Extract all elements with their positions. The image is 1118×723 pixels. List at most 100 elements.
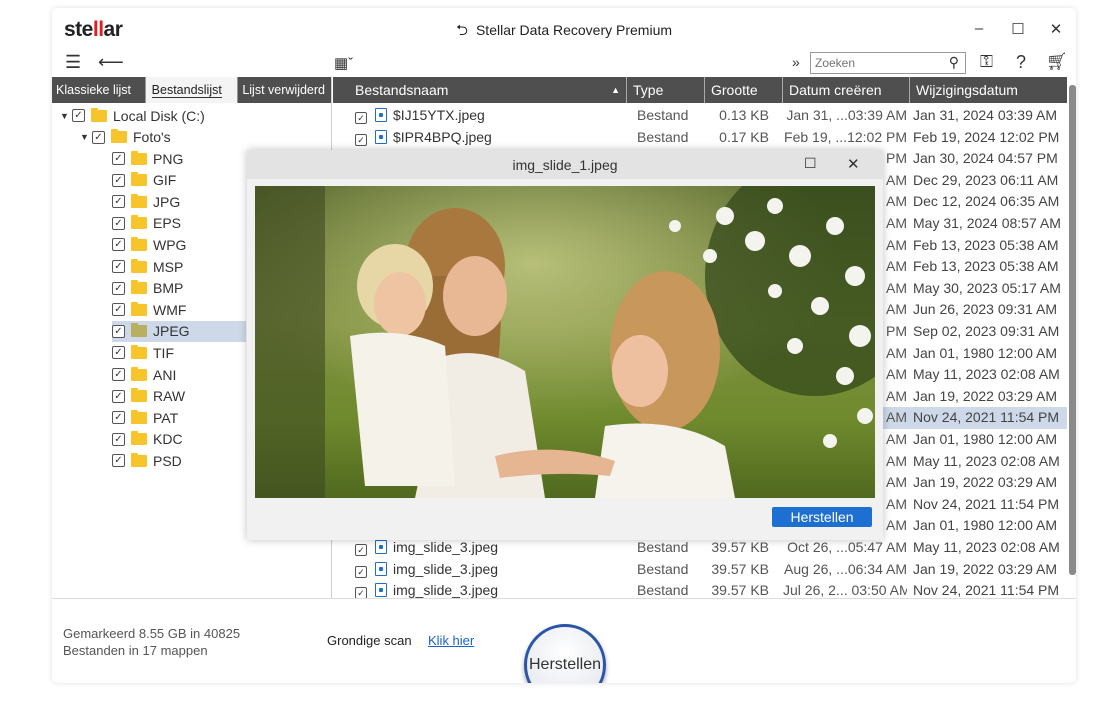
checkbox[interactable]: ✓ bbox=[112, 195, 125, 209]
tree-node-jpeg[interactable]: ✓ JPEG bbox=[112, 320, 246, 342]
modified-date: Jan 01, 1980 12:00 AM bbox=[913, 344, 1057, 361]
checkbox[interactable]: ✓ bbox=[112, 389, 125, 403]
folder-icon bbox=[111, 129, 127, 143]
tab-file-list[interactable]: Bestandslijst bbox=[145, 77, 239, 103]
tree-node-label: EPS bbox=[153, 215, 182, 232]
tree-node-label: KDC bbox=[153, 431, 183, 448]
checkbox[interactable]: ✓ bbox=[112, 432, 125, 446]
column-header-created[interactable]: Datum creëren bbox=[783, 77, 910, 103]
vertical-scrollbar[interactable] bbox=[1069, 85, 1076, 575]
checkbox[interactable]: ✓ bbox=[112, 411, 125, 425]
image-file-icon bbox=[375, 108, 387, 122]
tree-node-wpg[interactable]: ✓ WPG bbox=[112, 234, 246, 255]
deep-scan-link[interactable]: Klik hier bbox=[428, 633, 474, 648]
column-header-size[interactable]: Grootte bbox=[705, 77, 783, 103]
checkbox[interactable]: ✓ bbox=[112, 324, 125, 338]
file-size: 0.13 KB bbox=[719, 107, 769, 123]
tree-node-kdc[interactable]: ✓ KDC bbox=[112, 429, 246, 450]
checkbox[interactable]: ✓ bbox=[112, 368, 125, 381]
file-type: Bestand bbox=[637, 128, 689, 145]
help-icon[interactable]: ? bbox=[1016, 52, 1026, 73]
close-button[interactable]: ✕ bbox=[1046, 20, 1066, 38]
grid-view-icon[interactable]: ▦ˇ bbox=[334, 54, 353, 72]
checkbox[interactable]: ✓ bbox=[112, 238, 125, 252]
checkbox[interactable]: ✓ bbox=[72, 109, 85, 122]
cart-icon[interactable]: 🛒︎ bbox=[1046, 52, 1068, 72]
tree-node-bmp[interactable]: ✓ BMP bbox=[112, 278, 246, 299]
row-checkbox[interactable]: ✓ bbox=[355, 544, 367, 556]
image-file-icon bbox=[375, 583, 387, 598]
column-header-modified[interactable]: Wijzigingsdatum bbox=[910, 77, 1067, 103]
preview-dialog-body: Herstellen bbox=[247, 179, 883, 540]
tree-node-jpg[interactable]: ✓ JPG bbox=[112, 191, 246, 212]
table-row[interactable]: ✓ img_slide_3.jpeg Bestand 39.57 KB Aug 26, … bbox=[333, 559, 1067, 581]
tree-node-png[interactable]: ✓ PNG bbox=[112, 148, 246, 169]
tree-node-photos[interactable]: ▼ ✓ Foto's bbox=[80, 127, 330, 148]
tree-node-tif[interactable]: ✓ TIF bbox=[112, 342, 246, 363]
tree-node-pat[interactable]: ✓ PAT bbox=[112, 407, 246, 428]
expand-double-chevron-icon[interactable]: » bbox=[792, 54, 800, 70]
title-bar: stellar ⮌ Stellar Data Recovery Premium –… bbox=[52, 8, 1076, 48]
checkbox[interactable]: ✓ bbox=[112, 454, 125, 468]
modified-date: Jun 26, 2023 09:31 AM bbox=[913, 301, 1057, 318]
tree-node-psd[interactable]: ✓ PSD bbox=[112, 450, 246, 471]
created-date: Jan 31, ...03:39 AM bbox=[786, 107, 907, 123]
back-arrow-icon[interactable]: ⟵ bbox=[98, 52, 124, 73]
folder-icon bbox=[131, 236, 147, 251]
row-checkbox[interactable]: ✓ bbox=[355, 565, 367, 578]
search-input[interactable] bbox=[811, 53, 935, 73]
collapse-triangle-icon[interactable]: ▼ bbox=[60, 111, 72, 121]
tree-node-local-disk[interactable]: ▼ ✓ Local Disk (C:) bbox=[60, 105, 330, 126]
folder-icon bbox=[131, 280, 147, 295]
checkbox[interactable]: ✓ bbox=[112, 173, 125, 187]
column-header-name[interactable]: Bestandsnaam ▲ bbox=[333, 77, 627, 103]
created-date: Aug 26, ...06:34 AM bbox=[784, 560, 907, 577]
tree-node-msp[interactable]: ✓ MSP bbox=[112, 256, 246, 277]
column-header-type[interactable]: Type bbox=[627, 77, 705, 103]
hamburger-menu-icon[interactable]: ☰ bbox=[65, 52, 81, 73]
folder-icon bbox=[131, 301, 147, 316]
sort-arrow-icon: ▲ bbox=[611, 85, 620, 95]
checkbox[interactable]: ✓ bbox=[112, 346, 125, 360]
collapse-triangle-icon[interactable]: ▼ bbox=[80, 132, 92, 142]
folder-icon bbox=[131, 150, 147, 165]
table-row[interactable]: ✓ $IPR4BPQ.jpeg Bestand 0.17 KB Feb 19, ...1… bbox=[333, 127, 1067, 149]
modified-date: May 11, 2023 02:08 AM bbox=[913, 539, 1060, 555]
row-checkbox[interactable]: ✓ bbox=[355, 112, 367, 124]
minimize-button[interactable]: – bbox=[969, 20, 989, 37]
tree-node-label: Local Disk (C:) bbox=[113, 107, 205, 124]
modified-date: Feb 13, 2023 05:38 AM bbox=[913, 258, 1059, 275]
checkbox[interactable]: ✓ bbox=[112, 260, 125, 273]
modified-date: Jan 01, 1980 12:00 AM bbox=[913, 431, 1057, 447]
tree-node-wmf[interactable]: ✓ WMF bbox=[112, 299, 246, 320]
window-title-text: Stellar Data Recovery Premium bbox=[475, 22, 673, 38]
tab-classic-list[interactable]: Klassieke lijst bbox=[52, 77, 146, 103]
checkbox[interactable]: ✓ bbox=[112, 216, 125, 230]
modified-date: May 11, 2023 02:08 AM bbox=[913, 452, 1060, 469]
tree-node-gif[interactable]: ✓ GIF bbox=[112, 170, 246, 191]
table-row[interactable]: ✓ $IJ15YTX.jpeg Bestand 0.13 KB Jan 31, ...0… bbox=[333, 105, 1067, 127]
preview-recover-button[interactable]: Herstellen bbox=[772, 507, 872, 527]
checkbox[interactable]: ✓ bbox=[112, 152, 125, 165]
search-box: ⚲ bbox=[810, 52, 966, 74]
search-icon[interactable]: ⚲ bbox=[949, 54, 959, 71]
tree-node-ani[interactable]: ✓ ANI bbox=[112, 364, 246, 385]
undo-arrow-icon[interactable]: ⮌ bbox=[456, 22, 468, 39]
checkbox[interactable]: ✓ bbox=[112, 303, 125, 317]
preview-maximize-button[interactable]: ☐ bbox=[804, 155, 817, 172]
file-size: 39.57 KB bbox=[711, 539, 769, 555]
view-tabs: Klassieke lijst Bestandslijst Lijst verw… bbox=[52, 77, 331, 103]
preview-close-button[interactable]: ✕ bbox=[847, 155, 860, 173]
recover-button[interactable]: Herstellen bbox=[524, 624, 606, 683]
checkbox[interactable]: ✓ bbox=[112, 281, 125, 295]
checkbox[interactable]: ✓ bbox=[92, 130, 105, 144]
tree-node-eps[interactable]: ✓ EPS bbox=[112, 213, 246, 234]
toolbar: ☰ ⟵ ▦ˇ » ⚲ ⚿ ? 🛒︎ bbox=[52, 50, 1076, 76]
maximize-button[interactable]: ☐ bbox=[1008, 20, 1028, 38]
row-checkbox[interactable]: ✓ bbox=[355, 133, 367, 146]
tab-deleted-list[interactable]: Lijst verwijderd bbox=[238, 77, 331, 103]
marked-summary-line: Bestanden in 17 mappen bbox=[63, 643, 208, 658]
wrench-icon[interactable]: ⚿ bbox=[980, 52, 993, 72]
table-row[interactable]: ✓ img_slide_3.jpeg Bestand 39.57 KB Oct 26, … bbox=[333, 537, 1067, 559]
tree-node-raw[interactable]: ✓ RAW bbox=[112, 386, 246, 407]
